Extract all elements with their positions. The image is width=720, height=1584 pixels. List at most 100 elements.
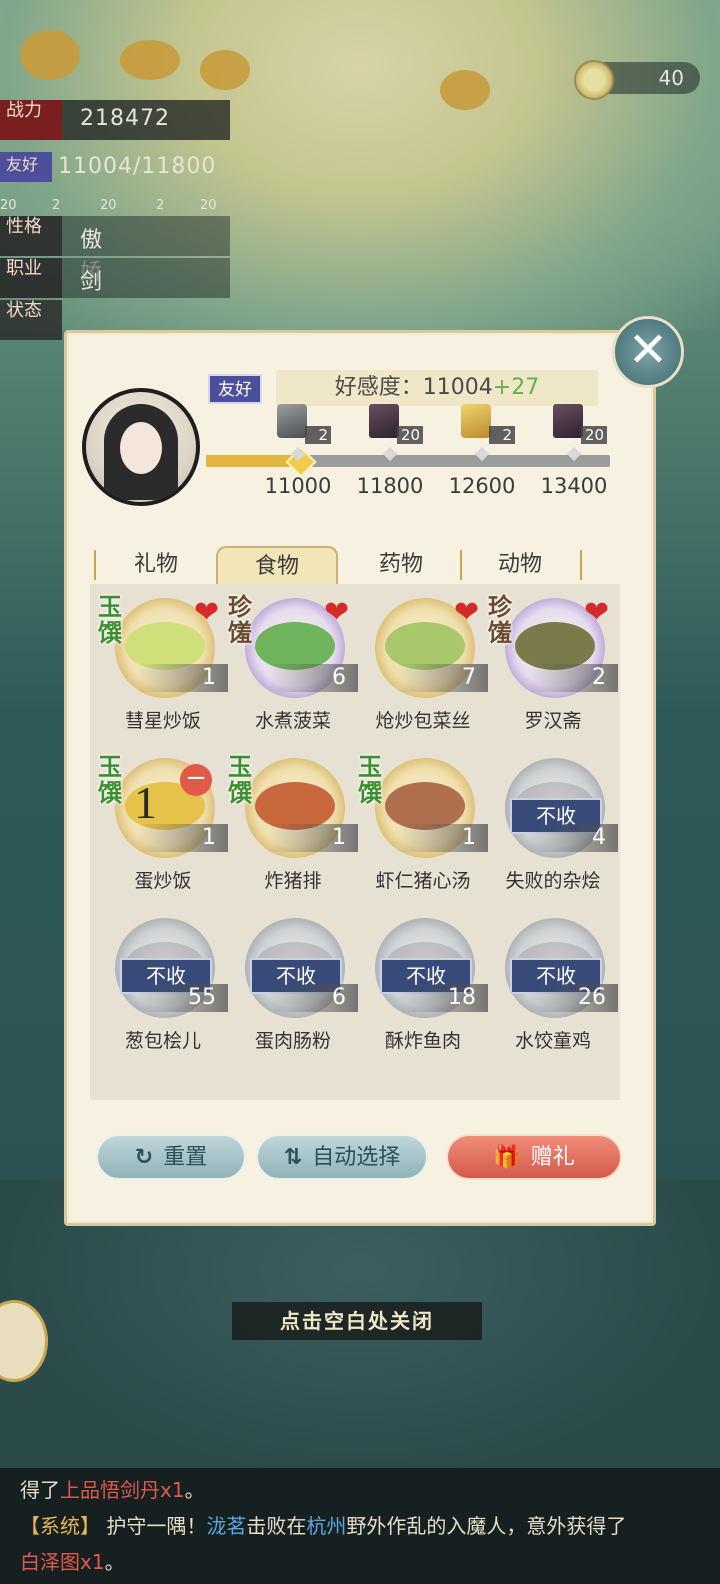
- chest-icon: [369, 404, 399, 438]
- grade-label: 玉馔: [228, 753, 252, 807]
- item-count: 1: [138, 664, 228, 692]
- milestone-label: 13400: [540, 474, 608, 498]
- heart-icon: ❤: [454, 595, 480, 630]
- milestone-reward[interactable]: 2: [273, 404, 331, 444]
- food-item[interactable]: 不收 55 葱包桧儿: [98, 908, 228, 1068]
- background-tree: [440, 70, 490, 110]
- tab-gift[interactable]: 礼物: [106, 546, 206, 584]
- reward-count: 20: [397, 426, 423, 444]
- item-name: 酥炸鱼肉: [384, 1030, 461, 1052]
- affection-label: 好感度：: [334, 375, 423, 400]
- reset-button[interactable]: ↻ 重置: [96, 1134, 246, 1180]
- item-name: 失败的杂烩: [505, 870, 601, 892]
- background-tree: [120, 40, 180, 80]
- reset-label: 重置: [163, 1145, 208, 1170]
- hud-reward-count: 20: [100, 198, 117, 213]
- sort-arrows-icon: ⇅: [283, 1145, 303, 1170]
- food-item[interactable]: 不收 18 酥炸鱼肉: [358, 908, 488, 1068]
- tab-food[interactable]: 食物: [216, 546, 338, 584]
- hud-reward-count: 2: [156, 198, 165, 213]
- heart-icon: ❤: [194, 595, 220, 630]
- chat-text: 得了: [20, 1478, 60, 1502]
- chat-text: 。: [104, 1550, 125, 1574]
- chat-item-link[interactable]: 白泽图x1: [20, 1550, 105, 1574]
- item-count: 6: [268, 664, 358, 692]
- grade-label: 珍馐: [488, 593, 512, 647]
- category-tabs: 礼物 食物 药物 动物: [94, 546, 586, 584]
- hud-reward-count: 2: [52, 198, 61, 213]
- item-name: 彗星炒饭: [124, 710, 201, 732]
- minus-icon[interactable]: −: [180, 764, 212, 796]
- food-item[interactable]: 不收 6 蛋肉肠粉: [228, 908, 358, 1068]
- food-item[interactable]: 玉馔 ❤ 1 彗星炒饭: [98, 588, 228, 748]
- affection-display: 好感度：11004+27: [276, 370, 598, 406]
- power-value: 218472: [80, 106, 170, 131]
- food-item[interactable]: 不收 4 失败的杂烩: [488, 748, 618, 908]
- bowl-count: 40: [658, 66, 684, 90]
- chat-place-link[interactable]: 杭州: [306, 1514, 346, 1538]
- item-name: 炸猪排: [264, 870, 322, 892]
- chat-text: 野外作乱的入魔人，意外获得了: [346, 1514, 627, 1538]
- background-tree: [20, 30, 80, 80]
- item-count: 1: [138, 824, 228, 852]
- reward-count: 2: [489, 426, 515, 444]
- reward-count: 20: [581, 426, 607, 444]
- chat-line: 得了上品悟剑丹x1。: [20, 1472, 700, 1508]
- milestone-reward[interactable]: 2: [457, 404, 515, 444]
- milestone-label: 11800: [356, 474, 424, 498]
- gift-bag-icon: 🎁: [493, 1145, 521, 1170]
- food-item[interactable]: 玉馔 1 虾仁猪心汤: [358, 748, 488, 908]
- stone-icon: [277, 404, 307, 438]
- item-count: 4: [528, 824, 618, 852]
- tab-medicine[interactable]: 药物: [351, 546, 451, 584]
- close-hint[interactable]: 点击空白处关闭: [232, 1302, 482, 1340]
- dish-icon: [245, 1078, 345, 1100]
- affection-progress-bar: [206, 446, 610, 478]
- relation-badge: 友好: [208, 374, 262, 404]
- grade-label: 玉馔: [98, 593, 122, 647]
- affection-delta: +27: [492, 375, 540, 400]
- background-tree: [200, 50, 250, 90]
- item-name: 蛋肉肠粉: [254, 1030, 331, 1052]
- food-item[interactable]: 玉馔 1−1 蛋炒饭: [98, 748, 228, 908]
- item-name: 水饺童鸡: [514, 1030, 591, 1052]
- item-count: 6: [268, 984, 358, 1012]
- chat-line: 【系统】 护守一隅！泷茗击败在杭州野外作乱的入魔人，意外获得了: [20, 1508, 700, 1544]
- status-tag: 状态: [0, 300, 62, 340]
- bowl-counter[interactable]: 40: [574, 60, 700, 100]
- item-name: 蛋炒饭: [134, 870, 192, 892]
- hud-reward-count: 20: [200, 198, 217, 213]
- milestone-reward[interactable]: 20: [549, 404, 607, 444]
- auto-select-button[interactable]: ⇅ 自动选择: [256, 1134, 428, 1180]
- personality-tag: 性格: [0, 216, 62, 256]
- bowl-icon: [574, 60, 614, 100]
- item-name: 葱包桧儿: [124, 1030, 201, 1052]
- item-name: 水煮菠菜: [254, 710, 331, 732]
- item-count: 55: [138, 984, 228, 1012]
- gold-stone-icon: [461, 404, 491, 438]
- food-item[interactable]: 珍馐 ❤ 2 罗汉斋: [488, 588, 618, 748]
- grade-label: 玉馔: [98, 753, 122, 807]
- food-item[interactable]: 不收 26 水饺童鸡: [488, 908, 618, 1068]
- chest-icon: [553, 404, 583, 438]
- give-gift-button[interactable]: 🎁 赠礼: [446, 1134, 622, 1180]
- job-tag: 职业: [0, 258, 62, 298]
- food-item[interactable]: 珍馐 ❤ 6 水煮菠菜: [228, 588, 358, 748]
- dish-icon: [115, 1078, 215, 1100]
- close-button[interactable]: ✕: [612, 316, 684, 388]
- food-item[interactable]: ❤ 7 炝炒包菜丝: [358, 588, 488, 748]
- chat-text: 击败在: [246, 1514, 307, 1538]
- tab-animal[interactable]: 动物: [470, 546, 570, 584]
- chat-player-link[interactable]: 泷茗: [206, 1514, 246, 1538]
- affection-value: 11004: [422, 375, 493, 400]
- item-count: 1: [268, 824, 358, 852]
- item-grid[interactable]: 玉馔 ❤ 1 彗星炒饭 珍馐 ❤ 6 水煮菠菜 ❤ 7 炝炒包菜丝 珍馐 ❤ 2 罗汉斋 玉馔 1−1 蛋炒饭 玉馔…: [90, 584, 620, 1100]
- heart-icon: ❤: [584, 595, 610, 630]
- friend-value: 11004/11800: [58, 154, 217, 179]
- milestone-reward[interactable]: 20: [365, 404, 423, 444]
- chat-item-link[interactable]: 上品悟剑丹x1: [60, 1478, 185, 1502]
- grade-label: 玉馔: [358, 753, 382, 807]
- grade-label: 珍馐: [228, 593, 252, 647]
- food-item[interactable]: 玉馔 1 炸猪排: [228, 748, 358, 908]
- avatar: [82, 388, 200, 506]
